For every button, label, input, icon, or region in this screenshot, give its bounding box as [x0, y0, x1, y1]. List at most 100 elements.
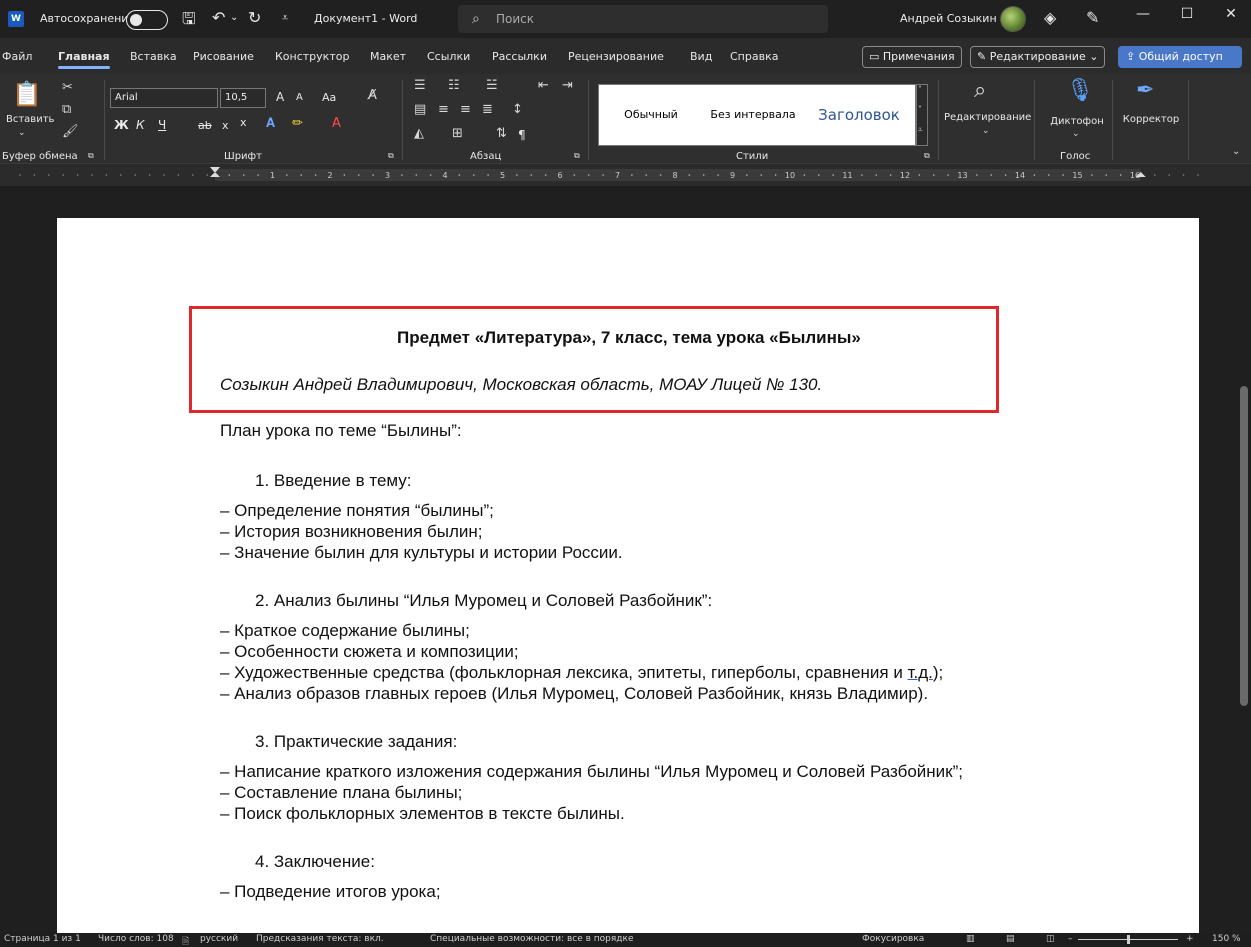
zoom-in-button[interactable]: + — [1186, 934, 1194, 944]
tab-insert[interactable]: Вставка — [130, 50, 177, 63]
sort-icon[interactable]: ⇅ — [496, 126, 507, 141]
pen-icon[interactable]: ✎ — [1086, 8, 1099, 27]
minimize-button[interactable]: — — [1120, 6, 1166, 22]
diamond-icon[interactable]: ◈ — [1044, 8, 1056, 27]
justify-icon[interactable]: ≣ — [482, 102, 493, 117]
editor-pen-icon[interactable]: ✒ — [1136, 78, 1154, 103]
section-4-heading[interactable]: 4. Заключение: — [255, 852, 375, 872]
editing-dropdown-icon[interactable]: ⌄ — [982, 126, 990, 136]
strikethrough-button[interactable]: ab — [198, 119, 212, 132]
horizontal-ruler[interactable]: 1 2 3 4 5 6 7 8 9 10 11 12 13 14 15 16 — [0, 164, 1251, 186]
search-box[interactable]: ⌕ Поиск — [458, 5, 828, 33]
copy-icon[interactable]: ⧉ — [62, 102, 71, 117]
user-avatar[interactable] — [1000, 6, 1026, 32]
list-item[interactable]: – Определение понятия “былины”; — [220, 501, 494, 521]
font-color-icon[interactable]: A — [332, 116, 341, 131]
section-2-heading[interactable]: 2. Анализ былины “Илья Муромец и Соловей… — [255, 591, 712, 611]
paste-label[interactable]: Вставить — [6, 114, 54, 125]
tab-design[interactable]: Конструктор — [275, 50, 349, 63]
editor-label[interactable]: Корректор — [1116, 114, 1186, 125]
undo-dropdown-icon[interactable]: ⌄ — [230, 12, 238, 23]
text-effects-icon[interactable]: 𝐀 — [266, 116, 275, 131]
numbering-icon[interactable]: ☷ — [448, 78, 460, 93]
maximize-button[interactable]: ☐ — [1164, 6, 1210, 22]
tab-help[interactable]: Справка — [730, 50, 778, 63]
clipboard-launcher-icon[interactable]: ⧉ — [88, 151, 94, 161]
paste-dropdown-icon[interactable]: ⌄ — [18, 128, 26, 138]
section-1-heading[interactable]: 1. Введение в тему: — [255, 471, 412, 491]
superscript-button[interactable]: x — [240, 116, 247, 129]
change-case-button[interactable]: Aa — [322, 91, 336, 104]
style-normal[interactable]: Обычный — [599, 85, 703, 145]
autosave-toggle[interactable] — [126, 10, 168, 30]
bullets-icon[interactable]: ☰ — [414, 78, 426, 93]
format-painter-icon[interactable]: 🖌 — [62, 124, 79, 139]
tab-layout[interactable]: Макет — [370, 50, 406, 63]
scroll-down-icon[interactable]: ˅ — [918, 105, 922, 114]
list-item[interactable]: – История возникновения былин; — [220, 522, 482, 542]
list-item[interactable]: – Анализ образов главных героев (Илья Му… — [220, 684, 928, 704]
italic-button[interactable]: К — [136, 118, 145, 132]
list-item[interactable]: – Составление плана былины; — [220, 783, 462, 803]
align-right-icon[interactable]: ≡ — [460, 102, 471, 117]
tab-home[interactable]: Главная — [58, 50, 110, 69]
abbreviation-link[interactable]: т.д. — [908, 663, 933, 682]
plan-intro[interactable]: План урока по теме “Былины”: — [220, 421, 462, 441]
show-formatting-button[interactable]: ¶ — [518, 128, 526, 142]
zoom-level[interactable]: 150 % — [1212, 934, 1241, 944]
share-button[interactable]: ⇪ Общий доступ — [1118, 46, 1242, 68]
page-count[interactable]: Страница 1 из 1 — [4, 934, 81, 944]
redo-icon[interactable]: ↻ — [248, 8, 261, 27]
microphone-icon[interactable]: 🎙 — [1066, 78, 1094, 103]
read-mode-icon[interactable]: ▥ — [966, 934, 975, 944]
zoom-slider-thumb[interactable] — [1127, 935, 1130, 944]
subscript-button[interactable]: x — [222, 119, 229, 132]
list-item[interactable]: – Краткое содержание былины; — [220, 621, 470, 641]
tab-view[interactable]: Вид — [690, 50, 712, 63]
editing-mode-button[interactable]: ✎ Редактирование ⌄ — [970, 46, 1106, 68]
word-count[interactable]: Число слов: 108 — [98, 934, 174, 944]
borders-icon[interactable]: ⊞ — [452, 126, 463, 141]
close-button[interactable]: ✕ — [1208, 6, 1251, 22]
zoom-out-button[interactable]: – — [1068, 934, 1073, 944]
font-size-select[interactable]: 10,5 — [220, 88, 266, 108]
accessibility-status[interactable]: Специальные возможности: все в порядке — [430, 934, 634, 944]
focus-mode[interactable]: Фокусировка — [862, 934, 924, 944]
proofing-icon[interactable]: 🗎 — [182, 934, 189, 947]
font-launcher-icon[interactable]: ⧉ — [388, 151, 394, 161]
tab-references[interactable]: Ссылки — [427, 50, 470, 63]
paste-icon[interactable]: 📋 — [12, 80, 42, 108]
dictate-dropdown-icon[interactable]: ⌄ — [1072, 129, 1080, 139]
text-predictions[interactable]: Предсказания текста: вкл. — [256, 934, 384, 944]
collapse-ribbon-icon[interactable]: ⌄ — [1232, 146, 1240, 157]
styles-scroll[interactable]: ˄ ˅ ⩡ — [916, 84, 928, 146]
word-app-icon[interactable]: W — [8, 11, 24, 27]
bold-button[interactable]: Ж — [114, 118, 129, 132]
section-3-heading[interactable]: 3. Практические задания: — [255, 732, 457, 752]
undo-icon[interactable]: ↶ — [212, 8, 225, 27]
list-item[interactable]: – Подведение итогов урока; — [220, 882, 441, 902]
highlight-color-icon[interactable]: ✏ — [292, 116, 303, 131]
multilevel-list-icon[interactable]: ☱ — [486, 78, 498, 93]
customize-quick-access-icon[interactable]: ⩡ — [282, 11, 288, 25]
underline-button[interactable]: Ч — [158, 118, 166, 132]
tab-review[interactable]: Рецензирование — [568, 50, 664, 63]
more-styles-icon[interactable]: ⩡ — [918, 125, 923, 135]
decrease-indent-icon[interactable]: ⇤ — [538, 78, 549, 93]
styles-launcher-icon[interactable]: ⧉ — [924, 151, 930, 161]
list-item[interactable]: – Написание краткого изложения содержани… — [220, 762, 963, 782]
tab-mailings[interactable]: Рассылки — [492, 50, 547, 63]
grow-font-button[interactable]: A — [276, 90, 284, 104]
line-spacing-icon[interactable]: ↕ — [512, 102, 523, 117]
user-name[interactable]: Андрей Созыкин — [900, 12, 997, 25]
list-item[interactable]: – Значение былин для культуры и истории … — [220, 543, 623, 563]
tab-draw[interactable]: Рисование — [193, 50, 254, 63]
paragraph-launcher-icon[interactable]: ⧉ — [574, 151, 580, 161]
align-left-icon[interactable]: ▤ — [414, 102, 426, 117]
document-canvas[interactable]: Предмет «Литература», 7 класс, тема урок… — [0, 186, 1251, 933]
dictate-label[interactable]: Диктофон — [1044, 116, 1110, 127]
clear-formatting-icon[interactable]: A̸ — [368, 88, 377, 103]
list-item[interactable]: – Особенности сюжета и композиции; — [220, 642, 519, 662]
doc-title[interactable]: Предмет «Литература», 7 класс, тема урок… — [397, 328, 861, 348]
align-center-icon[interactable]: ≡ — [438, 102, 449, 117]
